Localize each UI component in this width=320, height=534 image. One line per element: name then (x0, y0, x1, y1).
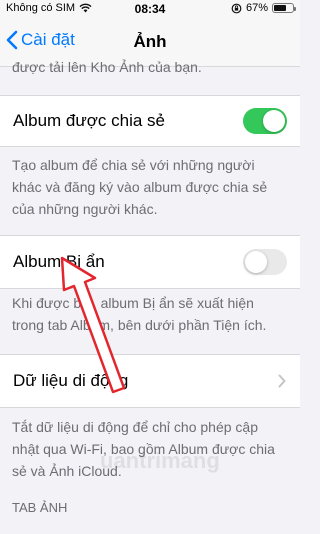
hidden-album-row[interactable]: Album Bị ẩn (0, 235, 300, 289)
shared-album-footer: Tạo album để chia sẻ với những người khá… (12, 157, 268, 217)
battery-percent: 67% (245, 2, 268, 14)
cellular-data-row[interactable]: Dữ liệu di động (0, 354, 300, 408)
battery-level (274, 5, 287, 11)
battery-icon (272, 3, 296, 13)
orientation-lock-icon (231, 3, 242, 13)
icloud-photos-footer: được tải lên Kho Ảnh của bạn. (12, 59, 202, 75)
toggle-knob (263, 110, 285, 132)
photos-tab-header: TAB ẢNH (12, 500, 68, 515)
shared-album-row[interactable]: Album được chia sẻ (0, 95, 300, 147)
watermark: uantrimang (100, 448, 220, 473)
shared-album-toggle[interactable] (243, 108, 287, 134)
toggle-knob (245, 251, 267, 273)
hidden-album-label: Album Bị ẩn (13, 252, 105, 271)
hidden-album-footer: Khi được bật, album Bị ẩn sẽ xuất hiện t… (12, 295, 267, 333)
cellular-data-label: Dữ liệu di động (13, 371, 129, 390)
page-title: Ảnh (133, 32, 167, 51)
hidden-album-toggle[interactable] (243, 249, 287, 275)
status-right-group: 67% (231, 2, 296, 14)
status-bar: Không có SIM 08:34 67% (0, 0, 300, 22)
shared-album-label: Album được chia sẻ (13, 111, 165, 130)
chevron-right-icon (278, 374, 286, 388)
